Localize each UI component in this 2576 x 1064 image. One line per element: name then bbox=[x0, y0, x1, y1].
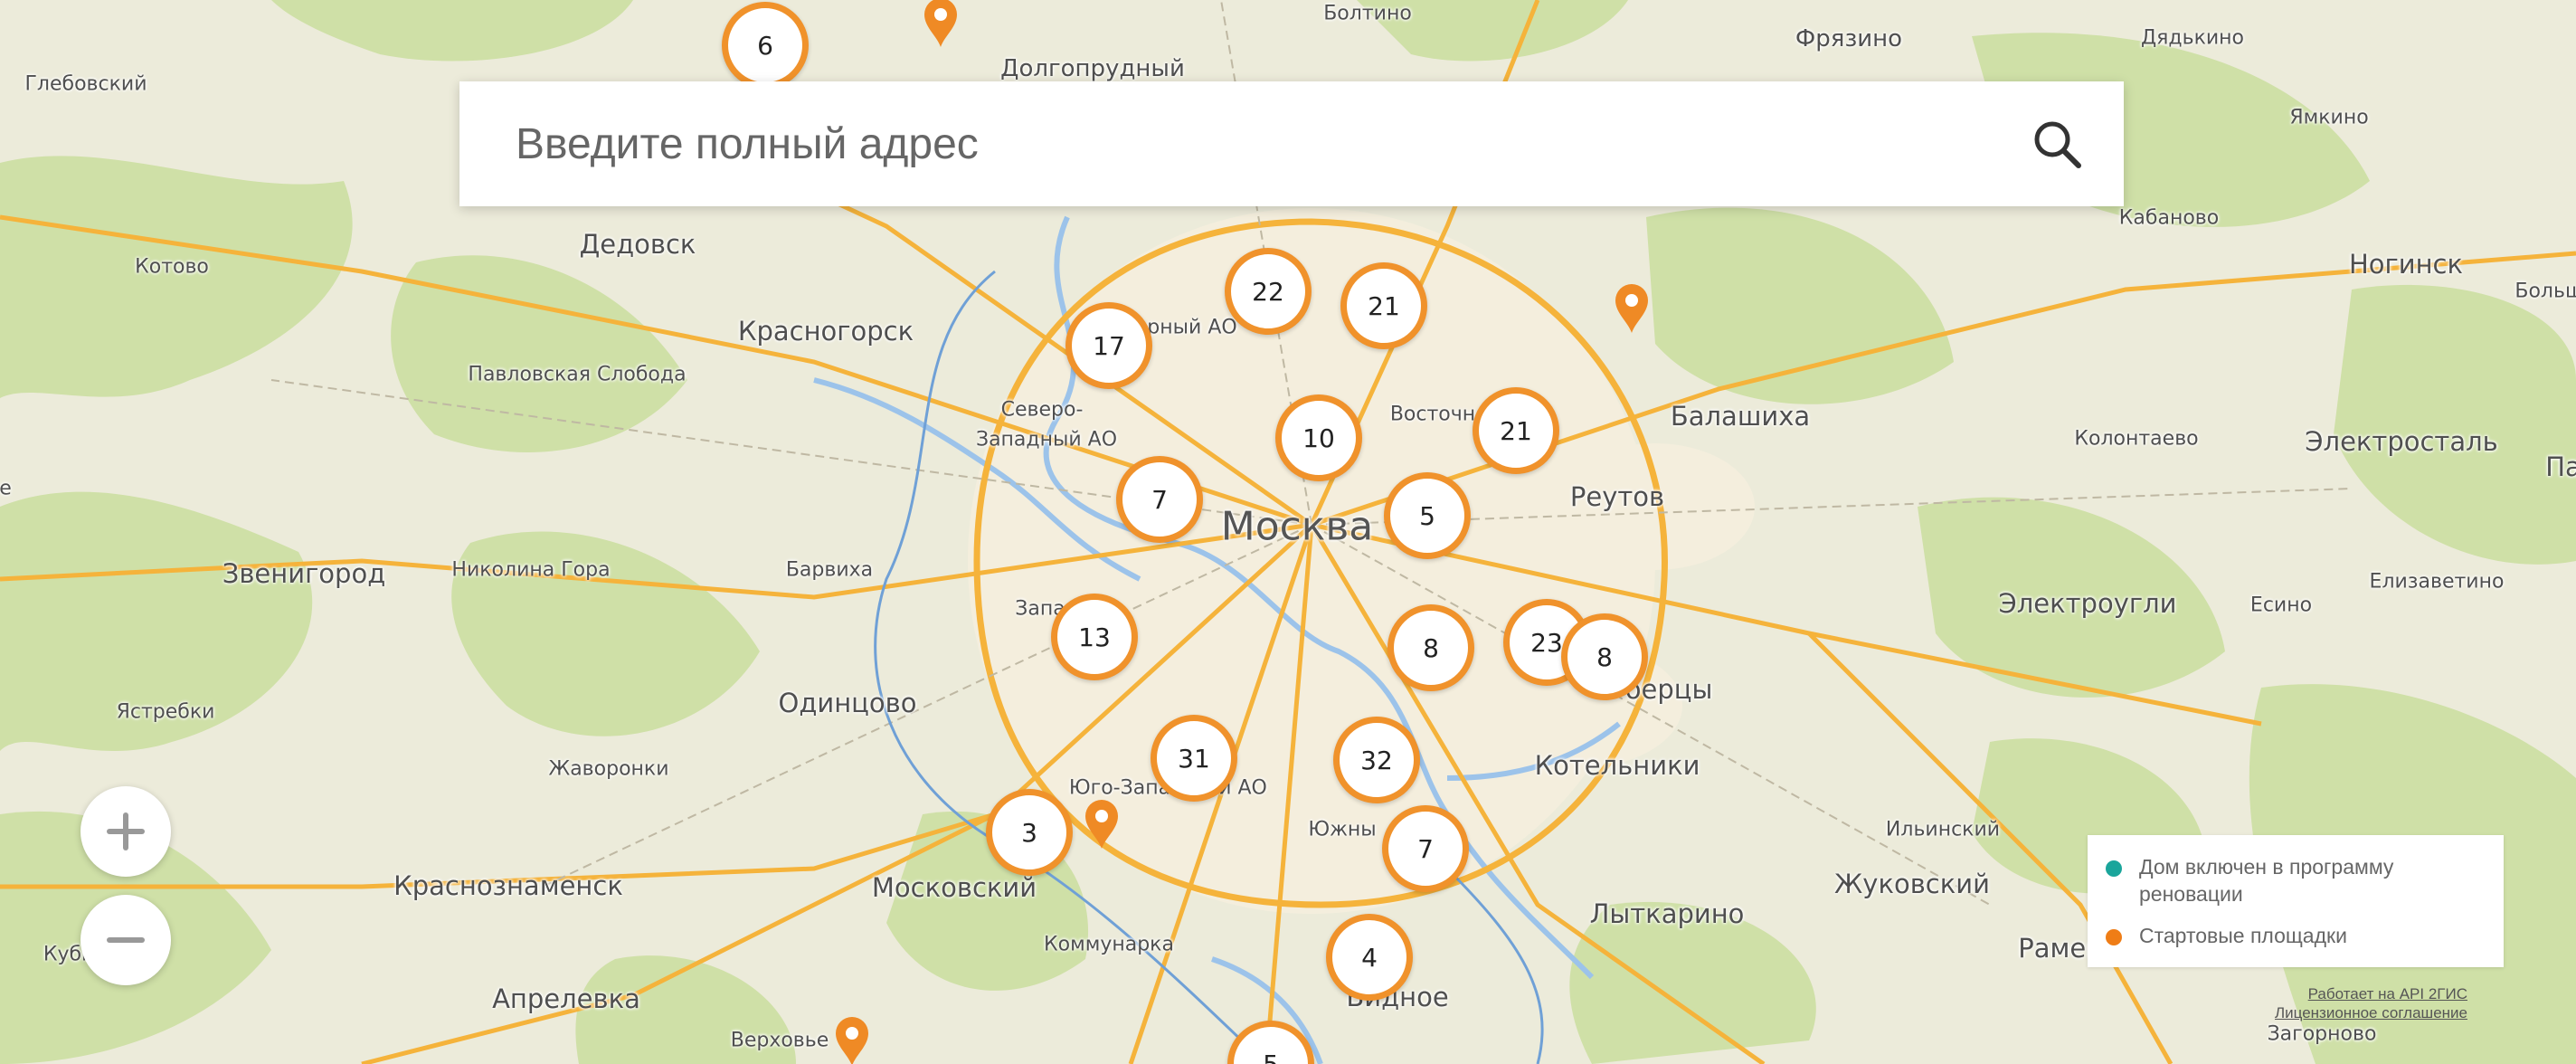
place-label: Кабаново bbox=[2118, 206, 2220, 230]
place-label: Котельники bbox=[1534, 750, 1700, 781]
search-icon[interactable] bbox=[2030, 117, 2084, 171]
place-label: Па bbox=[2545, 451, 2576, 482]
place-label: Электроугли bbox=[1998, 588, 2177, 619]
legend-item-renovation: Дом включен в программу реновации bbox=[2106, 853, 2474, 907]
cluster-marker[interactable]: 21 bbox=[1473, 387, 1559, 474]
place-label: Балашиха bbox=[1670, 401, 1811, 432]
place-label: Западный АО bbox=[975, 428, 1118, 451]
cluster-marker[interactable]: 10 bbox=[1275, 394, 1362, 481]
cluster-marker[interactable]: 7 bbox=[1382, 805, 1469, 892]
zoom-in-button[interactable] bbox=[80, 786, 171, 877]
cluster-marker[interactable]: 32 bbox=[1333, 717, 1420, 803]
cluster-marker[interactable]: 3 bbox=[986, 789, 1073, 876]
place-label: Южны bbox=[1308, 818, 1377, 841]
cluster-marker[interactable]: 5 bbox=[1384, 472, 1471, 559]
cluster-marker[interactable]: 8 bbox=[1561, 613, 1648, 700]
legend-label: Стартовые площадки bbox=[2139, 924, 2347, 947]
place-label: Павловская Слобода bbox=[468, 363, 687, 386]
place-label: Есино bbox=[2249, 594, 2313, 617]
place-label: Электросталь bbox=[2305, 426, 2498, 457]
cluster-marker[interactable]: 8 bbox=[1387, 604, 1474, 691]
place-label: Одинцово bbox=[778, 688, 917, 718]
place-label: Реутов bbox=[1569, 481, 1665, 512]
place-label: Ильинский bbox=[1885, 818, 2001, 841]
place-label: Краснознаменск bbox=[393, 870, 623, 901]
map-legend: Дом включен в программу реновации Старто… bbox=[2088, 835, 2504, 967]
place-label: Московский bbox=[871, 872, 1037, 903]
place-label: Верховье bbox=[730, 1029, 829, 1052]
place-label: Ямкино bbox=[2289, 106, 2369, 129]
map-pin-icon[interactable] bbox=[830, 1013, 874, 1064]
map-pin-icon[interactable] bbox=[919, 0, 962, 49]
map-pin-icon[interactable] bbox=[1080, 796, 1123, 850]
place-label: Ногинск bbox=[2348, 249, 2464, 280]
place-label: Николина Гора bbox=[451, 558, 611, 582]
place-label: Восточн bbox=[1389, 403, 1476, 426]
minus-icon bbox=[107, 937, 145, 943]
place-label: Северо- bbox=[1000, 398, 1084, 422]
place-label: Апрелевка bbox=[492, 983, 640, 1014]
map-pin-icon[interactable] bbox=[1610, 280, 1653, 335]
place-label: Больше bbox=[2514, 280, 2576, 303]
place-label: Коммунарка bbox=[1044, 933, 1174, 956]
cluster-marker[interactable]: 21 bbox=[1340, 262, 1427, 349]
license-link[interactable]: Лицензионное соглашение bbox=[2275, 1004, 2467, 1022]
place-label: e bbox=[0, 477, 12, 500]
api-credit-link[interactable]: Работает на API 2ГИС bbox=[2308, 985, 2467, 1003]
place-label: Ястребки bbox=[116, 700, 215, 724]
teal-dot-icon bbox=[2106, 860, 2122, 877]
plus-icon bbox=[107, 812, 145, 850]
cluster-marker[interactable]: 7 bbox=[1116, 456, 1203, 543]
cluster-marker[interactable]: 13 bbox=[1051, 594, 1138, 680]
orange-dot-icon bbox=[2106, 929, 2122, 945]
place-label: Красногорск bbox=[737, 316, 914, 347]
place-label: Жуковский bbox=[1834, 869, 1990, 899]
place-label: Глебовский bbox=[24, 72, 147, 96]
zoom-out-button[interactable] bbox=[80, 895, 171, 985]
address-search-input[interactable] bbox=[459, 118, 1928, 170]
cluster-marker[interactable]: 22 bbox=[1225, 248, 1312, 335]
city-label: Москва bbox=[1220, 503, 1374, 550]
cluster-marker[interactable]: 31 bbox=[1151, 715, 1237, 802]
cluster-marker[interactable]: 4 bbox=[1326, 914, 1413, 1001]
address-search-bar bbox=[459, 81, 2124, 206]
cluster-marker[interactable]: 6 bbox=[722, 2, 809, 89]
place-label: Дедовск bbox=[579, 229, 696, 260]
legend-label: Дом включен в программу реновации bbox=[2139, 855, 2394, 906]
legend-item-start-sites: Стартовые площадки bbox=[2106, 922, 2474, 949]
place-label: Барвиха bbox=[785, 558, 874, 582]
place-label: Елизаветино bbox=[2369, 570, 2505, 594]
place-label: Долгопрудный bbox=[1000, 55, 1185, 82]
place-label: Фрязино bbox=[1795, 25, 1903, 52]
place-label: Дядькино bbox=[2140, 26, 2245, 50]
place-label: рный АО bbox=[1147, 316, 1237, 339]
place-label: Лыткарино bbox=[1589, 898, 1745, 929]
place-label: Загорново bbox=[2267, 1022, 2377, 1046]
place-label: Звенигород bbox=[222, 558, 386, 589]
place-label: Колонтаево bbox=[2074, 427, 2199, 451]
place-label: Болтино bbox=[1323, 2, 1412, 25]
cluster-marker[interactable]: 17 bbox=[1065, 302, 1152, 389]
place-label: Жаворонки bbox=[548, 757, 669, 781]
place-label: Котово bbox=[135, 255, 209, 279]
